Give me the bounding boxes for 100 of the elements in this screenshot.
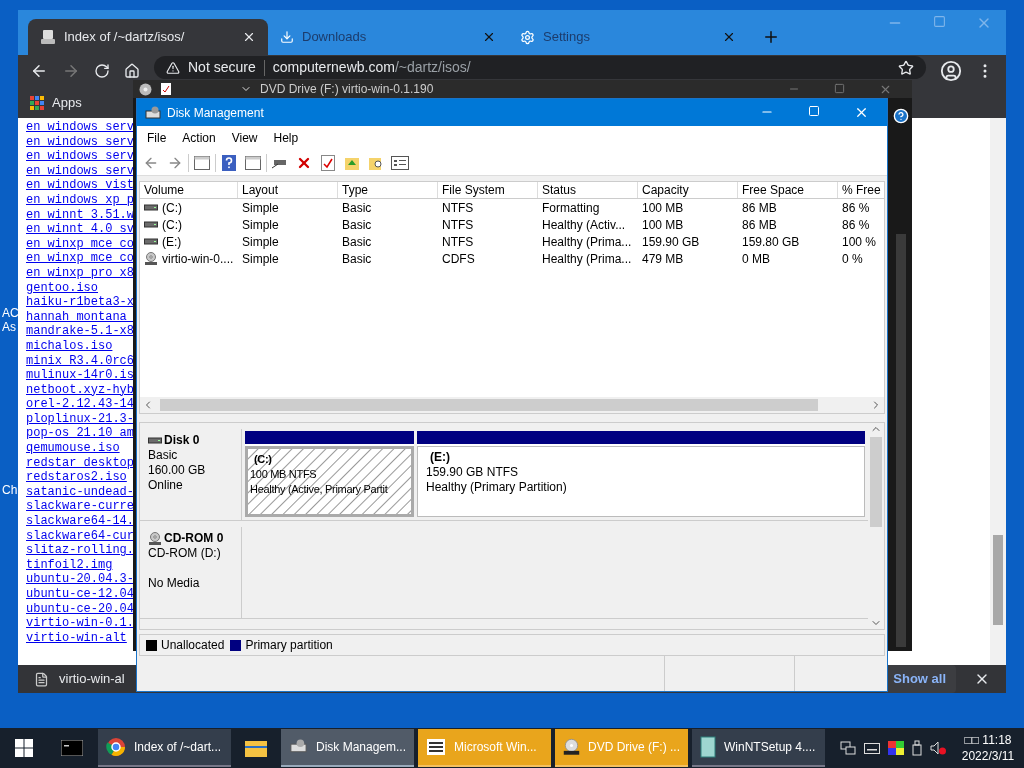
file-link[interactable]: mandrake-5.1-x8 xyxy=(26,324,135,339)
reload-icon[interactable] xyxy=(94,63,110,79)
file-link[interactable]: michalos.iso xyxy=(26,338,135,354)
file-link[interactable]: ploplinux-21.3- xyxy=(26,411,135,427)
close-icon[interactable] xyxy=(482,30,496,44)
bookmark-star-icon[interactable] xyxy=(898,59,914,76)
file-link[interactable]: satanic-undead- xyxy=(26,484,135,500)
table-cell-text: Basic xyxy=(342,216,372,234)
partition-block[interactable]: (C:) 100 MB NTFS Healthy (Active, Primary Partit xyxy=(245,431,414,517)
column-header[interactable]: Layout xyxy=(238,182,338,198)
list-icon xyxy=(426,738,446,756)
drive-icon xyxy=(145,105,161,120)
column-header[interactable]: Status xyxy=(538,182,638,198)
profile-icon[interactable] xyxy=(940,60,962,82)
browser-tab[interactable]: Index of /~dartz/isos/ xyxy=(28,19,268,55)
file-link[interactable]: tinfoil2.img xyxy=(26,557,135,573)
file-link[interactable]: en_winnt_4.0_sv xyxy=(26,222,135,237)
file-link[interactable]: en_windows_serv xyxy=(26,134,135,150)
file-link[interactable]: en_winxp_mce_co xyxy=(26,251,135,266)
file-link[interactable]: virtio-win-0.1. xyxy=(26,616,135,631)
taskbar-item[interactable]: WinNTSetup 4.... xyxy=(692,729,825,767)
column-header[interactable]: Type xyxy=(338,182,438,198)
partition-size: 159.90 GB NTFS xyxy=(426,465,520,480)
scrollbar[interactable] xyxy=(896,234,906,647)
file-link[interactable]: en_windows_serv xyxy=(26,163,135,179)
taskbar-item[interactable]: Index of /~dart... xyxy=(98,729,231,767)
file-link[interactable]: ubuntu-ce-20.04 xyxy=(26,601,135,617)
file-link[interactable]: redstar_desktop xyxy=(26,455,135,471)
file-link[interactable]: minix_R3.4.0rc6 xyxy=(26,353,135,369)
help-icon[interactable] xyxy=(893,108,909,124)
page-icon xyxy=(40,29,56,45)
file-link[interactable]: en_winnt_3.51.w xyxy=(26,207,135,223)
file-link[interactable]: orel-2.12.43-14 xyxy=(26,397,135,412)
table-cell-text: Basic xyxy=(342,233,372,251)
column-header[interactable]: % Free xyxy=(838,182,884,198)
file-link[interactable]: virtio-win-alt xyxy=(26,630,135,646)
drive-icon xyxy=(148,436,162,445)
bookmark-link[interactable]: Apps xyxy=(52,93,82,113)
disk-info: Online xyxy=(148,478,184,493)
file-link[interactable]: haiku-r1beta3-x xyxy=(26,295,135,310)
download-item[interactable]: virtio-win-al xyxy=(59,669,125,689)
clock[interactable]: □□ 11:18 2022/3/11 xyxy=(952,728,1024,768)
file-link[interactable]: ubuntu-ce-12.04 xyxy=(26,587,135,602)
menu-item[interactable]: Action xyxy=(174,129,224,147)
column-header[interactable]: Volume xyxy=(140,182,238,198)
table-cell-text: 86 % xyxy=(842,216,870,234)
address-bar[interactable]: Not secure computernewb.com/~dartz/isos/ xyxy=(154,56,926,79)
file-link[interactable]: redstaros2.iso xyxy=(26,470,135,485)
partition-status: Healthy (Primary Partition) xyxy=(426,480,568,495)
file-link[interactable]: slitaz-rolling. xyxy=(26,543,135,558)
file-link[interactable]: slackware64-cur xyxy=(26,528,135,544)
apps-grid-icon xyxy=(30,96,44,110)
properties-icon xyxy=(391,155,409,170)
forward-icon[interactable] xyxy=(62,62,80,80)
menu-item[interactable]: File xyxy=(139,129,175,147)
column-header[interactable]: File System xyxy=(438,182,538,198)
file-link[interactable]: gentoo.iso xyxy=(26,280,135,296)
table-cell-text: 86 % xyxy=(842,199,870,217)
file-link[interactable]: pop-os_21.10_am xyxy=(26,426,135,442)
back-icon[interactable] xyxy=(30,62,48,80)
partition-block[interactable]: (E:) 159.90 GB NTFS Healthy (Primary Partition) xyxy=(417,431,865,517)
file-link[interactable]: en_winxp_pro_x8 xyxy=(26,265,135,281)
file-link[interactable]: ubuntu-20.04.3- xyxy=(26,572,135,587)
tab-title: Index of /~dartz/isos/ xyxy=(64,28,186,47)
scrollbar[interactable] xyxy=(990,118,1006,665)
close-icon[interactable] xyxy=(242,30,256,44)
file-link[interactable]: en_windows_serv xyxy=(26,149,135,164)
new-tab-icon[interactable] xyxy=(762,28,780,46)
file-link[interactable]: en_windows_xp_p xyxy=(26,192,135,208)
warning-icon xyxy=(166,60,180,75)
tab-title: Downloads xyxy=(302,28,368,47)
file-link[interactable]: en_windows_vist xyxy=(26,178,135,193)
pane-icon xyxy=(194,155,210,170)
disk-label-panel[interactable]: CD-ROM 0 CD-ROM (D:) No Media xyxy=(140,527,242,618)
maximize-icon[interactable] xyxy=(834,82,845,94)
file-link[interactable]: slackware64-14. xyxy=(26,514,135,529)
disk-label-panel[interactable]: Disk 0 Basic 160.00 GB Online xyxy=(140,429,242,520)
menu-item[interactable]: View xyxy=(223,129,266,147)
file-link[interactable]: en_winxp_mce_co xyxy=(26,236,135,252)
file-link[interactable]: slackware-curre xyxy=(26,499,135,515)
taskbar-item[interactable]: Disk Managem... xyxy=(281,729,414,767)
home-icon[interactable] xyxy=(124,63,140,79)
table-cell-text: Healthy (Prima... xyxy=(542,233,632,251)
file-link[interactable]: qemumouse.iso xyxy=(26,441,135,456)
help-icon xyxy=(222,154,236,171)
column-header[interactable]: Capacity xyxy=(638,182,738,198)
table-cell-text: Simple xyxy=(242,233,279,251)
file-link[interactable]: netboot.xyz-hyb xyxy=(26,382,135,398)
horizontal-scrollbar[interactable] xyxy=(140,397,884,413)
security-label: Not secure xyxy=(188,58,256,77)
menu-item[interactable]: Help xyxy=(265,129,307,147)
close-icon[interactable] xyxy=(854,105,869,120)
close-icon[interactable] xyxy=(722,30,736,44)
network-icon xyxy=(840,741,856,755)
file-link[interactable]: mulinux-14r0.is xyxy=(26,368,135,383)
file-link[interactable]: hannah_montana_ xyxy=(26,309,135,325)
file-link[interactable]: en_windows_serv xyxy=(26,120,135,135)
dvd-icon xyxy=(563,736,580,758)
table-cell-text: Healthy (Prima... xyxy=(542,250,632,268)
column-header[interactable]: Free Space xyxy=(738,182,838,198)
